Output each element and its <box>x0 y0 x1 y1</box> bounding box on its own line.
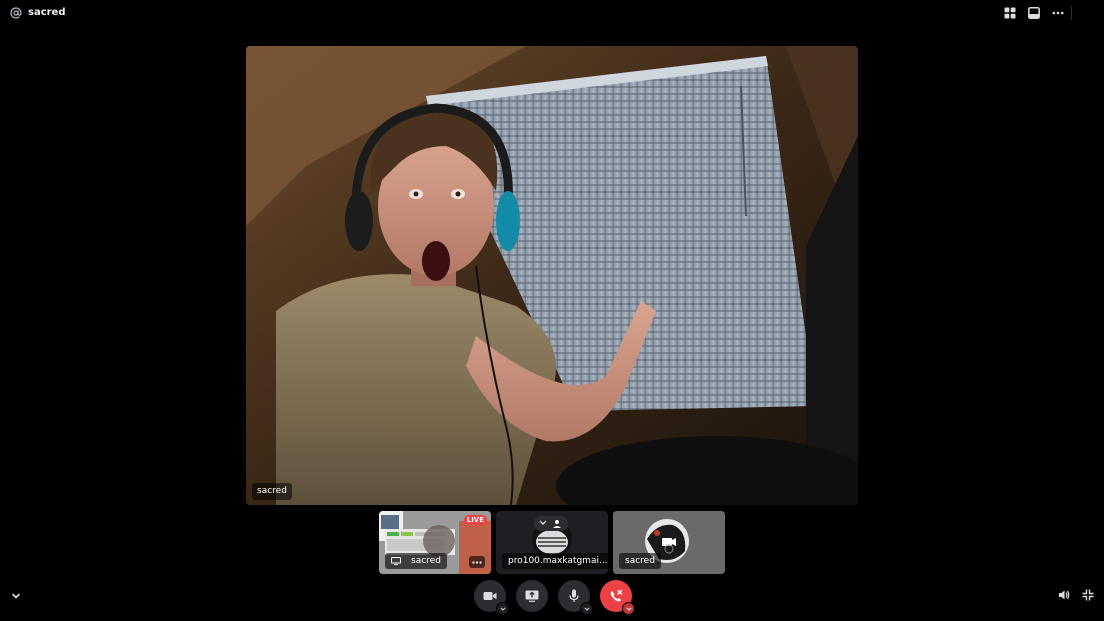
tile-name: sacred <box>411 556 441 566</box>
tile-name: sacred <box>625 556 655 566</box>
chevron-down-icon[interactable] <box>10 590 22 602</box>
call-controls <box>474 580 635 615</box>
exit-fullscreen-icon[interactable] <box>1082 589 1094 601</box>
tile-name: pro100.maxkatgmai... <box>508 556 608 566</box>
tile-more-button[interactable] <box>469 556 485 568</box>
main-video-name-tag: sacred <box>252 483 292 500</box>
camera-frame <box>246 46 858 505</box>
hangup-icon <box>610 589 623 602</box>
grid-icon[interactable] <box>1004 7 1016 19</box>
top-actions <box>1004 7 1064 19</box>
camera-icon <box>483 592 497 600</box>
camera-button[interactable] <box>474 580 509 615</box>
inbox-icon[interactable] <box>1028 7 1040 19</box>
microphone-button[interactable] <box>558 580 593 615</box>
tile-label: sacred <box>385 553 447 569</box>
chevron-down-icon <box>499 606 506 611</box>
tile-label: pro100.maxkatgmai... <box>502 553 608 569</box>
top-divider <box>1071 6 1072 20</box>
more-icon[interactable] <box>1052 7 1064 19</box>
hangup-button[interactable] <box>600 580 635 615</box>
participant-tile-camera-off[interactable]: sacred <box>613 511 725 574</box>
participant-tile-avatar[interactable]: pro100.maxkatgmai... <box>496 511 608 574</box>
monitor-icon <box>391 557 401 565</box>
chevron-down-icon <box>625 606 632 611</box>
hangup-options-button[interactable] <box>622 602 635 615</box>
microphone-options-button[interactable] <box>580 602 593 615</box>
more-icon <box>472 560 482 564</box>
top-bar: sacred <box>0 0 1104 28</box>
main-video-feed[interactable] <box>246 46 858 505</box>
channel-name: sacred <box>28 7 66 18</box>
call-view: sacred sacred LIVE sacred pro100.maxkatg… <box>0 0 1104 621</box>
volume-icon[interactable] <box>1058 589 1070 601</box>
at-sign-icon <box>10 7 22 19</box>
screen-share-icon <box>525 590 539 602</box>
bottom-right-actions <box>1058 589 1094 601</box>
screen-share-button[interactable] <box>516 580 548 612</box>
camera-options-button[interactable] <box>496 602 509 615</box>
tile-label: sacred <box>619 553 661 569</box>
chevron-down-icon <box>583 606 590 611</box>
participant-tile-screen-share[interactable]: LIVE sacred <box>379 511 491 574</box>
channel-header: sacred <box>10 6 66 20</box>
live-badge: LIVE <box>463 515 487 525</box>
microphone-icon <box>569 589 579 602</box>
